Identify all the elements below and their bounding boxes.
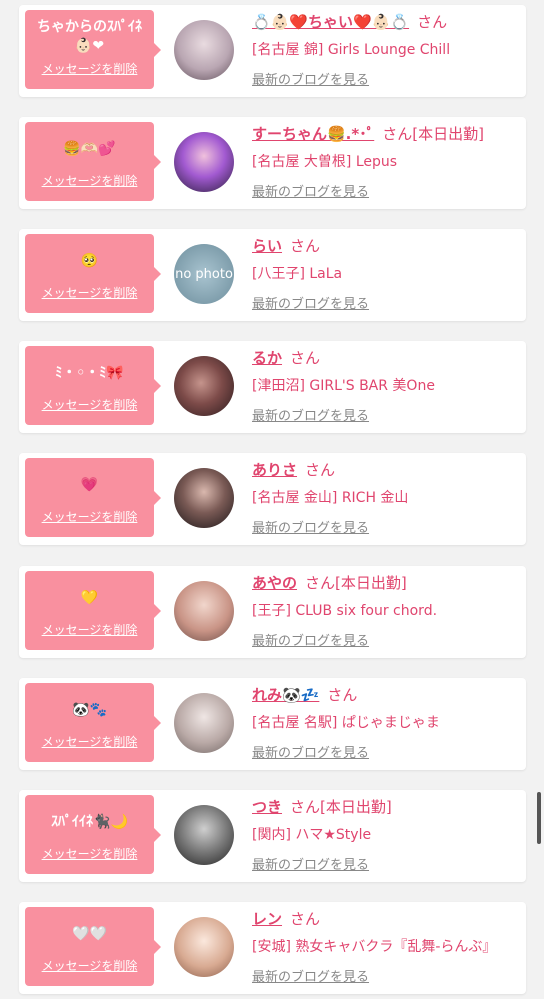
delete-message-link[interactable]: メッセージを削除 bbox=[25, 284, 154, 301]
message-bubble: 🤍🤍 メッセージを削除 bbox=[25, 907, 161, 986]
girl-name-link[interactable]: つき bbox=[252, 798, 282, 816]
latest-blog-link[interactable]: 最新のブログを見る bbox=[252, 517, 369, 536]
latest-blog-link[interactable]: 最新のブログを見る bbox=[252, 630, 369, 649]
message-text: 🥺 bbox=[80, 253, 99, 269]
avatar[interactable] bbox=[174, 132, 234, 192]
girl-name-link[interactable]: ありさ bbox=[252, 461, 297, 479]
girl-name-link[interactable]: 💍👶🏻❤️ちゃい❤️👶🏻💍 bbox=[252, 13, 409, 31]
avatar[interactable] bbox=[174, 581, 234, 641]
list-item: 🥺 メッセージを削除 no photo らい さん [八王子] LaLa 最新のブ… bbox=[19, 229, 526, 321]
name-row: れみ🐼💤 さん bbox=[252, 685, 357, 705]
shop-name: [安城] 熟女キャバクラ『乱舞-らんぶ』 bbox=[252, 939, 497, 955]
delete-message-link[interactable]: メッセージを削除 bbox=[25, 621, 154, 638]
message-text: ちゃからのｽﾊﾟｲﾈ👶🏻❤ bbox=[37, 19, 142, 54]
girl-name-link[interactable]: レン bbox=[252, 910, 282, 928]
honorific: さん bbox=[417, 13, 448, 31]
avatar[interactable] bbox=[174, 693, 234, 753]
message-bubble: ちゃからのｽﾊﾟｲﾈ👶🏻❤ メッセージを削除 bbox=[25, 10, 161, 89]
girl-name-link[interactable]: あやの bbox=[252, 574, 297, 592]
delete-message-link[interactable]: メッセージを削除 bbox=[25, 60, 154, 77]
message-bubble: 🐼🐾 メッセージを削除 bbox=[25, 683, 161, 762]
shop-name: [津田沼] GIRL'S BAR 美One bbox=[252, 378, 435, 394]
honorific: さん bbox=[327, 686, 358, 704]
shop-name: [八王子] LaLa bbox=[252, 266, 343, 282]
name-row: すーちゃん🍔.*･ﾟ さん[本日出勤] bbox=[252, 124, 484, 144]
latest-blog-link[interactable]: 最新のブログを見る bbox=[252, 181, 369, 200]
shop-name: [名古屋 大曽根] Lepus bbox=[252, 154, 398, 170]
avatar[interactable] bbox=[174, 917, 234, 977]
latest-blog-link[interactable]: 最新のブログを見る bbox=[252, 69, 369, 88]
honorific: さん bbox=[290, 237, 321, 255]
delete-message-link[interactable]: メッセージを削除 bbox=[25, 957, 154, 974]
girl-name-link[interactable]: すーちゃん🍔.*･ﾟ bbox=[252, 125, 374, 143]
list-item: 💛 メッセージを削除 あやの さん[本日出勤] [王子] CLUB six fou… bbox=[19, 566, 526, 658]
latest-blog-link[interactable]: 最新のブログを見る bbox=[252, 742, 369, 761]
girl-name-link[interactable]: れみ🐼💤 bbox=[252, 686, 319, 704]
message-bubble: 🍔🫶🏻💕 メッセージを削除 bbox=[25, 122, 161, 201]
shop-name: [名古屋 金山] RICH 金山 bbox=[252, 490, 409, 506]
latest-blog-link[interactable]: 最新のブログを見る bbox=[252, 405, 369, 424]
delete-message-link[interactable]: メッセージを削除 bbox=[25, 733, 154, 750]
honorific: さん bbox=[290, 798, 321, 816]
list-item: ﾐ・◦・ﾐ🎀 メッセージを削除 るか さん [津田沼] GIRL'S BAR 美O… bbox=[19, 341, 526, 433]
message-bubble: 💛 メッセージを削除 bbox=[25, 571, 161, 650]
delete-message-link[interactable]: メッセージを削除 bbox=[25, 845, 154, 862]
message-bubble: 🥺 メッセージを削除 bbox=[25, 234, 161, 313]
name-row: るか さん bbox=[252, 348, 320, 368]
avatar[interactable] bbox=[174, 805, 234, 865]
message-text: 💛 bbox=[80, 590, 99, 606]
message-bubble: ﾐ・◦・ﾐ🎀 メッセージを削除 bbox=[25, 346, 161, 425]
no-photo-text: no photo bbox=[175, 267, 233, 282]
honorific: さん bbox=[305, 461, 336, 479]
list-item: ちゃからのｽﾊﾟｲﾈ👶🏻❤ メッセージを削除 💍👶🏻❤️ちゃい❤️👶🏻💍 さん [… bbox=[19, 5, 526, 97]
message-text: ﾐ・◦・ﾐ🎀 bbox=[55, 365, 124, 381]
name-row: ありさ さん bbox=[252, 460, 335, 480]
list-item: 🤍🤍 メッセージを削除 レン さん [安城] 熟女キャバクラ『乱舞-らんぶ』 最新… bbox=[19, 902, 526, 994]
shop-name: [関内] ハマ★Style bbox=[252, 827, 372, 843]
name-row: あやの さん[本日出勤] bbox=[252, 573, 407, 593]
honorific: さん bbox=[305, 574, 336, 592]
avatar[interactable] bbox=[174, 468, 234, 528]
shop-name: [名古屋 名駅] ぱじゃまじゃま bbox=[252, 715, 440, 731]
honorific: さん bbox=[382, 125, 413, 143]
shop-name: [王子] CLUB six four chord. bbox=[252, 603, 438, 619]
latest-blog-link[interactable]: 最新のブログを見る bbox=[252, 854, 369, 873]
name-row: らい さん bbox=[252, 236, 320, 256]
latest-blog-link[interactable]: 最新のブログを見る bbox=[252, 293, 369, 312]
message-bubble: ｽﾊﾟｲｲﾈ🐈‍⬛🌙 メッセージを削除 bbox=[25, 795, 161, 874]
status-badge: [本日出勤] bbox=[320, 798, 392, 816]
honorific: さん bbox=[290, 349, 321, 367]
message-text: 🐼🐾 bbox=[72, 702, 107, 718]
list-item: ｽﾊﾟｲｲﾈ🐈‍⬛🌙 メッセージを削除 つき さん[本日出勤] [関内] ハマ★S… bbox=[19, 790, 526, 882]
delete-message-link[interactable]: メッセージを削除 bbox=[25, 508, 154, 525]
scrollbar[interactable] bbox=[537, 792, 541, 844]
avatar[interactable] bbox=[174, 356, 234, 416]
shop-name: [名古屋 錦] Girls Lounge Chill bbox=[252, 42, 451, 58]
list-item: 💗 メッセージを削除 ありさ さん [名古屋 金山] RICH 金山 最新のブログ… bbox=[19, 453, 526, 545]
status-badge: [本日出勤] bbox=[335, 574, 407, 592]
name-row: つき さん[本日出勤] bbox=[252, 797, 392, 817]
message-text: 🤍🤍 bbox=[72, 926, 107, 942]
girl-name-link[interactable]: るか bbox=[252, 349, 282, 367]
name-row: 💍👶🏻❤️ちゃい❤️👶🏻💍 さん bbox=[252, 12, 447, 32]
delete-message-link[interactable]: メッセージを削除 bbox=[25, 172, 154, 189]
list-item: 🍔🫶🏻💕 メッセージを削除 すーちゃん🍔.*･ﾟ さん[本日出勤] [名古屋 大曽… bbox=[19, 117, 526, 209]
list-item: 🐼🐾 メッセージを削除 れみ🐼💤 さん [名古屋 名駅] ぱじゃまじゃま 最新のブ… bbox=[19, 678, 526, 770]
message-bubble: 💗 メッセージを削除 bbox=[25, 458, 161, 537]
status-badge: [本日出勤] bbox=[412, 125, 484, 143]
message-text: ｽﾊﾟｲｲﾈ🐈‍⬛🌙 bbox=[51, 814, 128, 830]
message-text: 💗 bbox=[80, 477, 99, 493]
girl-name-link[interactable]: らい bbox=[252, 237, 282, 255]
latest-blog-link[interactable]: 最新のブログを見る bbox=[252, 966, 369, 985]
message-text: 🍔🫶🏻💕 bbox=[63, 141, 116, 157]
avatar[interactable] bbox=[174, 20, 234, 80]
delete-message-link[interactable]: メッセージを削除 bbox=[25, 396, 154, 413]
honorific: さん bbox=[290, 910, 321, 928]
name-row: レン さん bbox=[252, 909, 320, 929]
avatar[interactable]: no photo bbox=[174, 244, 234, 304]
